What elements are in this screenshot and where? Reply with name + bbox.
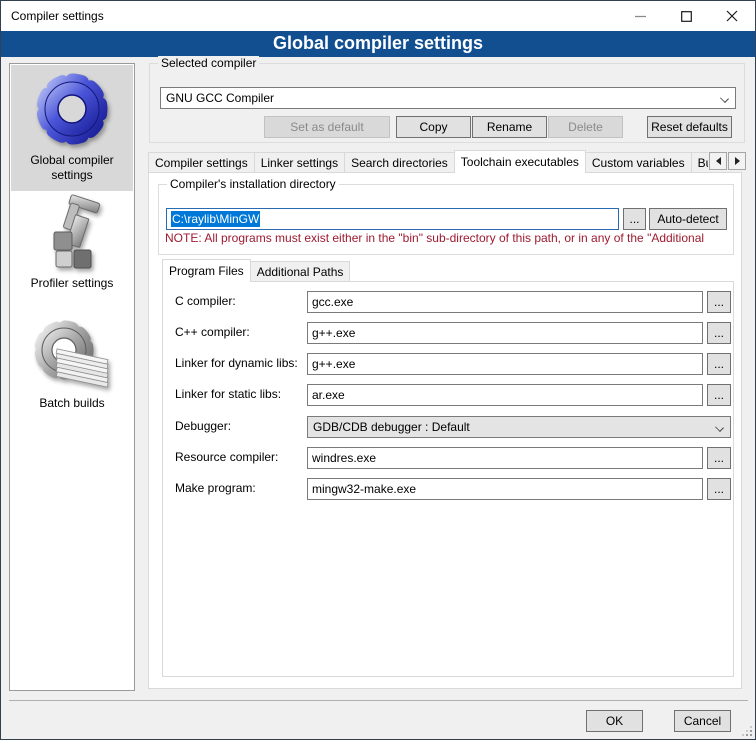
minimize-button[interactable] [617, 1, 663, 31]
copy-button[interactable]: Copy [396, 116, 471, 138]
resource-compiler-label: Resource compiler: [175, 450, 278, 464]
tab-custom-variables[interactable]: Custom variables [585, 152, 692, 173]
compiler-tabs: Compiler settings Linker settings Search… [148, 150, 708, 173]
debugger-select-value: GDB/CDB debugger : Default [313, 420, 470, 434]
toolchain-executables-page: Compiler's installation directory C:\ray… [148, 172, 742, 689]
subtab-program-files[interactable]: Program Files [162, 259, 251, 282]
tab-scroll-left-button[interactable] [709, 152, 727, 170]
sidebar-item-global-compiler-settings[interactable]: Global compiler settings [11, 65, 133, 191]
reset-defaults-button[interactable]: Reset defaults [647, 116, 732, 138]
compiler-select[interactable]: GNU GCC Compiler [160, 87, 736, 109]
cpp-compiler-label: C++ compiler: [175, 325, 250, 339]
selected-compiler-group-label: Selected compiler [158, 56, 259, 70]
arrow-right-icon [735, 157, 740, 165]
set-as-default-button[interactable]: Set as default [264, 116, 390, 138]
tab-compiler-settings[interactable]: Compiler settings [148, 152, 255, 173]
rename-button[interactable]: Rename [472, 116, 547, 138]
caption-buttons [617, 1, 755, 31]
dialog-header: Global compiler settings [1, 31, 755, 57]
sidebar-item-label: Global compiler settings [11, 151, 133, 183]
maximize-button[interactable] [663, 1, 709, 31]
delete-button[interactable]: Delete [548, 116, 623, 138]
footer-separator [9, 700, 748, 701]
resource-compiler-browse-button[interactable]: ... [707, 447, 731, 469]
debugger-select[interactable]: GDB/CDB debugger : Default [307, 416, 731, 438]
sidebar-item-batch-builds[interactable]: Batch builds [11, 316, 133, 416]
window-title: Compiler settings [11, 9, 104, 23]
maximize-icon [681, 11, 692, 22]
ok-button[interactable]: OK [586, 710, 643, 732]
c-compiler-input[interactable]: gcc.exe [307, 291, 703, 313]
chevron-down-icon [715, 423, 724, 432]
auto-detect-button[interactable]: Auto-detect [649, 208, 727, 230]
static-linker-input[interactable]: ar.exe [307, 384, 703, 406]
title-bar: Compiler settings [1, 1, 755, 31]
cpp-compiler-input[interactable]: g++.exe [307, 322, 703, 344]
sidebar-item-profiler-settings[interactable]: Profiler settings [11, 194, 133, 294]
close-icon [726, 10, 738, 22]
installation-directory-input[interactable]: C:\raylib\MinGW [166, 208, 619, 230]
subtab-additional-paths[interactable]: Additional Paths [250, 261, 351, 282]
tab-scroll-right-button[interactable] [728, 152, 746, 170]
compiler-select-value: GNU GCC Compiler [166, 91, 274, 105]
tab-linker-settings[interactable]: Linker settings [254, 152, 345, 173]
compiler-settings-dialog: Compiler settings Global compiler settin… [0, 0, 756, 740]
blue-gear-icon [11, 69, 133, 151]
c-compiler-label: C compiler: [175, 294, 236, 308]
make-program-browse-button[interactable]: ... [707, 478, 731, 500]
program-files-panel: C compiler: gcc.exe ... C++ compiler: g+… [162, 281, 734, 677]
tab-search-directories[interactable]: Search directories [344, 152, 455, 173]
make-program-label: Make program: [175, 481, 256, 495]
installation-directory-group-label: Compiler's installation directory [167, 177, 339, 191]
program-subtabs: Program Files Additional Paths [162, 259, 350, 282]
selected-compiler-group: Selected compiler GNU GCC Compiler Set a… [149, 63, 745, 143]
dynamic-linker-label: Linker for dynamic libs: [175, 356, 298, 370]
minimize-icon [635, 11, 646, 22]
settings-category-list: Global compiler settings [9, 63, 135, 691]
resize-grip-icon[interactable] [750, 734, 752, 736]
static-linker-label: Linker for static libs: [175, 387, 281, 401]
arrow-left-icon [716, 157, 721, 165]
installation-directory-note: NOTE: All programs must exist either in … [165, 231, 741, 245]
dialog-header-title: Global compiler settings [273, 33, 483, 53]
chevron-down-icon [720, 94, 729, 103]
cancel-button[interactable]: Cancel [674, 710, 731, 732]
dynamic-linker-browse-button[interactable]: ... [707, 353, 731, 375]
caliper-blocks-icon [11, 194, 133, 274]
tab-toolchain-executables[interactable]: Toolchain executables [454, 150, 586, 173]
installation-directory-browse-button[interactable]: ... [623, 208, 646, 230]
sidebar-item-label: Profiler settings [11, 274, 133, 291]
dynamic-linker-input[interactable]: g++.exe [307, 353, 703, 375]
sidebar-item-label: Batch builds [11, 394, 133, 411]
make-program-input[interactable]: mingw32-make.exe [307, 478, 703, 500]
debugger-label: Debugger: [175, 419, 231, 433]
c-compiler-browse-button[interactable]: ... [707, 291, 731, 313]
static-linker-browse-button[interactable]: ... [707, 384, 731, 406]
installation-directory-value: C:\raylib\MinGW [171, 211, 260, 227]
gray-gear-stack-icon [11, 316, 133, 394]
close-button[interactable] [709, 1, 755, 31]
resource-compiler-input[interactable]: windres.exe [307, 447, 703, 469]
cpp-compiler-browse-button[interactable]: ... [707, 322, 731, 344]
tab-build-options[interactable]: Build options [691, 152, 708, 173]
